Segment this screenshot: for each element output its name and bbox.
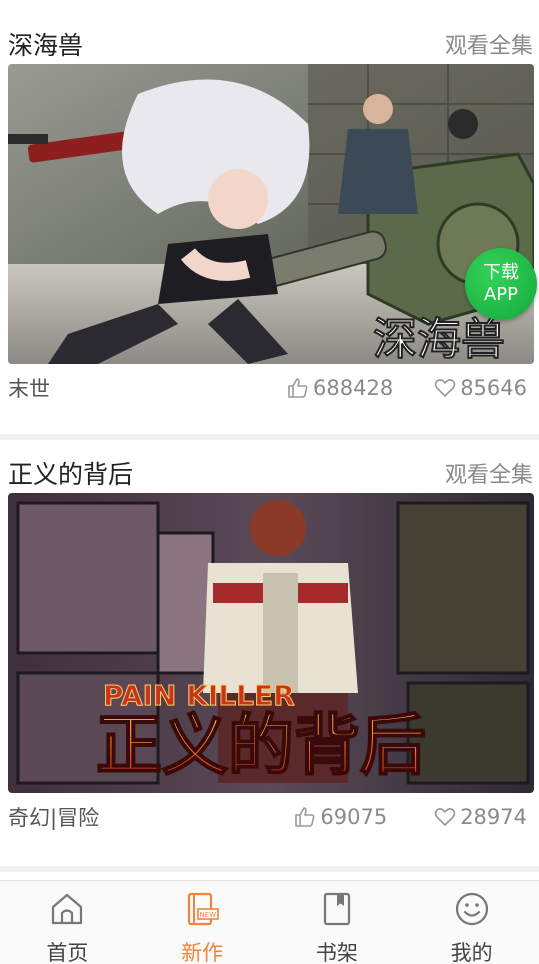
- comic-cover-image[interactable]: 深海兽: [8, 64, 534, 364]
- tab-bookshelf[interactable]: 书架: [270, 881, 405, 964]
- card-meta-row: 奇幻|冒险 69075 28974: [8, 799, 527, 835]
- likes-count[interactable]: 688428: [286, 376, 393, 400]
- cover-caption-text: 正义的背后: [96, 707, 426, 784]
- tab-profile[interactable]: 我的: [404, 881, 539, 964]
- section-divider: [0, 866, 539, 872]
- likes-value: 688428: [313, 376, 394, 400]
- tab-new-works[interactable]: NEW 新作: [135, 881, 270, 964]
- view-all-episodes-link[interactable]: 观看全集: [445, 457, 533, 489]
- thumbs-up-icon: [288, 378, 308, 398]
- smiley-profile-icon: [453, 891, 491, 927]
- tab-label: 我的: [450, 941, 493, 964]
- card-header: 深海兽 观看全集: [8, 24, 533, 64]
- tab-label: 首页: [46, 941, 89, 964]
- tab-label: 新作: [181, 941, 224, 964]
- section-divider: [0, 434, 539, 440]
- cover-caption-text: 深海兽: [373, 314, 505, 364]
- heart-icon: [434, 808, 456, 826]
- favorites-value: 85646: [460, 376, 527, 400]
- comic-cover-image[interactable]: PAIN KILLER 正义的背后: [8, 493, 534, 793]
- likes-value: 69075: [320, 805, 388, 829]
- comic-feed-page: 深海兽 观看全集 深海兽 下载 APP 末世 688428 85646 正义的背…: [0, 0, 539, 964]
- genre-label: 奇幻|冒险: [8, 806, 100, 830]
- favorites-count[interactable]: 28974: [433, 805, 527, 829]
- svg-text:NEW: NEW: [200, 911, 217, 919]
- new-book-icon: NEW: [183, 891, 221, 927]
- download-app-button[interactable]: 下载 APP: [465, 248, 537, 320]
- bottom-tab-bar: 首页 NEW 新作 书架 我的: [0, 880, 539, 964]
- card-header: 正义的背后 观看全集: [8, 453, 533, 493]
- cover-artwork: 深海兽: [8, 64, 534, 364]
- comic-card[interactable]: 深海兽 观看全集 深海兽 下载 APP 末世 688428 85646: [0, 24, 539, 424]
- favorites-count[interactable]: 85646: [433, 376, 527, 400]
- home-icon: [48, 891, 86, 927]
- download-label: 下载: [483, 262, 519, 283]
- thumbs-up-icon: [295, 807, 315, 827]
- tab-home[interactable]: 首页: [0, 881, 135, 964]
- bookshelf-icon: [318, 891, 356, 927]
- likes-count[interactable]: 69075: [293, 805, 387, 829]
- tab-label: 书架: [315, 941, 358, 964]
- favorites-value: 28974: [460, 805, 527, 829]
- comic-title[interactable]: 深海兽: [8, 26, 83, 62]
- heart-icon: [434, 379, 456, 397]
- comic-title[interactable]: 正义的背后: [8, 455, 133, 491]
- genre-label: 末世: [8, 377, 50, 401]
- cover-artwork: PAIN KILLER 正义的背后: [8, 493, 534, 793]
- card-meta-row: 末世 688428 85646: [8, 370, 527, 406]
- comic-card[interactable]: 正义的背后 观看全集 PAIN KILLER 正义的背后 奇幻|冒险 69075…: [0, 453, 539, 863]
- view-all-episodes-link[interactable]: 观看全集: [445, 28, 533, 60]
- app-label: APP: [483, 284, 519, 305]
